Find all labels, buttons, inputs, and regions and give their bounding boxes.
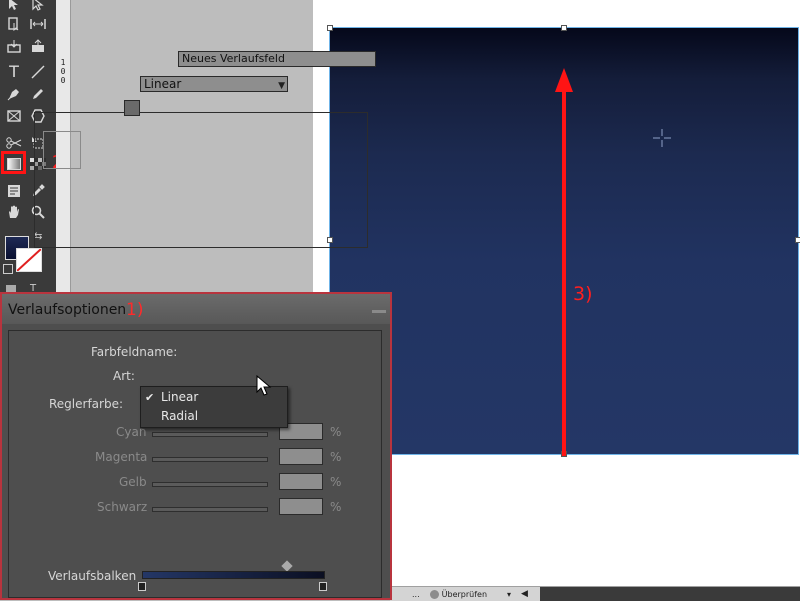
gradient-type-select[interactable]: Linear ▼ xyxy=(140,76,288,92)
black-slider[interactable] xyxy=(152,507,268,512)
stop-color-mode-select[interactable] xyxy=(124,100,140,116)
gradient-ramp[interactable] xyxy=(142,571,325,579)
magenta-label: Magenta xyxy=(95,450,148,464)
dropdown-option-label: Radial xyxy=(161,409,199,423)
chevron-down-icon: ▼ xyxy=(278,81,285,91)
cyan-unit: % xyxy=(330,425,342,439)
horizontal-scrollbar[interactable] xyxy=(540,587,800,601)
yellow-unit: % xyxy=(330,475,342,489)
type-label: Art: xyxy=(113,369,135,383)
gradient-tool-highlight-box xyxy=(1,151,26,174)
preflight-status-light-icon xyxy=(429,589,439,599)
gradient-ramp-label: Verlaufsbalken xyxy=(48,569,137,583)
magenta-unit: % xyxy=(330,450,342,464)
selection-handle-top-center[interactable] xyxy=(561,25,567,31)
gradient-direction-arrow-icon xyxy=(555,68,573,456)
preflight-label[interactable]: Überprüfen xyxy=(442,590,487,599)
dialog-minimize-icon[interactable] xyxy=(372,310,386,313)
cyan-slider[interactable] xyxy=(152,432,268,437)
annotation-1-label: 1) xyxy=(126,300,144,320)
gap-tool-icon[interactable] xyxy=(28,14,48,34)
default-fill-stroke-icon[interactable] xyxy=(3,264,13,274)
black-percent-input[interactable] xyxy=(279,498,323,515)
swatch-name-input[interactable]: Neues Verlaufsfeld xyxy=(178,51,376,67)
stroke-swatch[interactable] xyxy=(16,248,42,272)
gradient-options-dialog: Verlaufsoptionen 1) xyxy=(0,292,392,600)
magenta-percent-input[interactable] xyxy=(279,448,323,465)
rectangle-frame-icon[interactable] xyxy=(4,106,24,126)
page-tool-icon[interactable] xyxy=(4,14,24,34)
checkmark-icon: ✔ xyxy=(145,391,155,404)
ruler-tick-label: 1 0 0 xyxy=(60,58,66,85)
black-label: Schwarz xyxy=(97,500,148,514)
status-more[interactable]: ... xyxy=(412,590,420,599)
note-tool-icon[interactable] xyxy=(4,181,24,201)
hand-tool-icon[interactable] xyxy=(4,202,24,222)
dialog-title: Verlaufsoptionen xyxy=(8,302,127,318)
status-bar: ... Überprüfen ▾ ◀ xyxy=(390,586,800,601)
preflight-menu-chevron-down-icon[interactable]: ▾ xyxy=(507,590,511,599)
yellow-label: Gelb xyxy=(119,475,147,489)
stop-color-group xyxy=(34,112,368,248)
swatch-name-label: Farbfeldname: xyxy=(91,345,178,359)
center-point-crosshair-icon xyxy=(653,129,671,147)
dropdown-option-radial[interactable]: Radial xyxy=(141,407,287,426)
scissors-icon[interactable] xyxy=(4,133,24,153)
gradient-stop-left[interactable] xyxy=(138,582,146,591)
pen-tool-icon[interactable] xyxy=(4,84,24,104)
gradient-stop-right[interactable] xyxy=(319,582,327,591)
yellow-slider[interactable] xyxy=(152,482,268,487)
magenta-slider[interactable] xyxy=(152,457,268,462)
dialog-body xyxy=(8,330,382,598)
selection-handle-top-left[interactable] xyxy=(327,25,333,31)
dialog-titlebar[interactable]: Verlaufsoptionen 1) xyxy=(2,294,390,324)
gradient-type-value: Linear xyxy=(144,77,182,91)
mouse-cursor-icon xyxy=(256,375,272,396)
dropdown-option-label: Linear xyxy=(161,390,199,404)
selection-handle-middle-right[interactable] xyxy=(795,237,800,243)
type-tool-icon[interactable]: T xyxy=(4,62,24,82)
stop-color-preview xyxy=(43,131,81,169)
content-placer-icon[interactable] xyxy=(28,36,48,56)
content-collector-icon[interactable] xyxy=(4,36,24,56)
scroll-left-icon[interactable]: ◀ xyxy=(521,589,528,599)
line-tool-icon[interactable] xyxy=(28,62,48,82)
black-unit: % xyxy=(330,500,342,514)
direct-selection-arrow-icon[interactable] xyxy=(28,0,48,14)
stop-color-label: Reglerfarbe: xyxy=(46,397,127,411)
pencil-tool-icon[interactable] xyxy=(28,84,48,104)
annotation-3-label: 3) xyxy=(573,283,593,305)
yellow-percent-input[interactable] xyxy=(279,473,323,490)
selection-arrow-icon[interactable] xyxy=(4,0,24,14)
